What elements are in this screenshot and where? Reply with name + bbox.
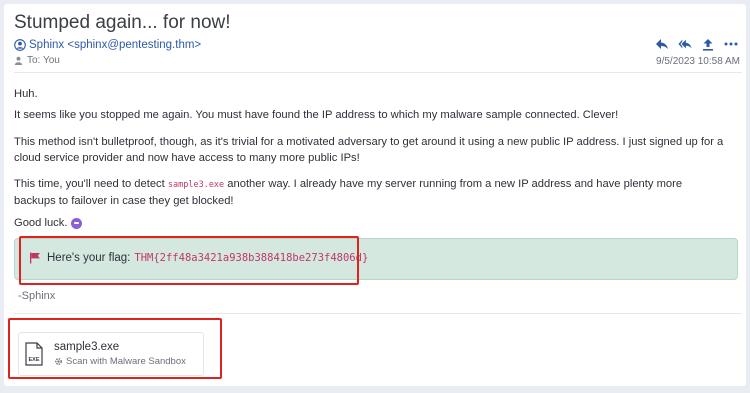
flag-value[interactable]: THM{2ff48a3421a938b388418be273f4806d} — [134, 252, 368, 264]
message-actions — [655, 37, 738, 51]
flag-content: Here's your flag: THM{2ff48a3421a938b388… — [29, 252, 368, 264]
body-paragraph-5: Good luck. — [14, 215, 83, 231]
reply-all-icon — [678, 39, 692, 49]
body-paragraph-3: This method isn't bulletproof, though, a… — [14, 136, 724, 164]
person-icon — [14, 56, 23, 65]
attachment-filename[interactable]: sample3.exe — [54, 341, 119, 353]
file-type-label: EXE — [28, 357, 39, 363]
attachment-card[interactable]: EXE sample3.exe Scan with Malware Sandbo… — [18, 332, 204, 376]
more-options-button[interactable] — [724, 37, 738, 51]
body-paragraph-1: Huh. — [14, 88, 38, 100]
reply-button[interactable] — [655, 37, 669, 51]
body-paragraph-4-start: This time, you'll need to detect — [14, 178, 168, 190]
scan-sandbox-link[interactable]: Scan with Malware Sandbox — [54, 356, 186, 367]
inline-code-filename: sample3.exe — [167, 180, 225, 190]
forward-button[interactable] — [701, 37, 715, 51]
flag-banner: Here's your flag: THM{2ff48a3421a938b388… — [14, 238, 738, 280]
user-icon — [14, 39, 26, 51]
more-icon — [724, 42, 738, 46]
header-divider — [14, 72, 742, 73]
reply-icon — [656, 39, 668, 49]
flag-icon — [30, 252, 40, 264]
gear-icon — [55, 358, 62, 365]
sender-row[interactable]: Sphinx <sphinx@pentesting.thm> — [14, 39, 201, 51]
body-paragraph-2: It seems like you stopped me again. You … — [14, 109, 619, 121]
sender-address[interactable]: Sphinx <sphinx@pentesting.thm> — [29, 39, 201, 51]
scan-sandbox-label[interactable]: Scan with Malware Sandbox — [66, 356, 186, 367]
smirk-emoji-icon — [71, 217, 83, 229]
recipient-row: To: You — [14, 55, 60, 66]
reply-all-button[interactable] — [678, 37, 692, 51]
exe-file-icon: EXE — [25, 342, 43, 366]
forward-icon — [703, 38, 713, 51]
attachment-divider — [14, 313, 742, 314]
flag-label: Here's your flag: — [47, 252, 131, 264]
recipient-label: To: You — [27, 55, 60, 66]
body-paragraph-4: This time, you'll need to detect sample3… — [14, 176, 726, 209]
email-date: 9/5/2023 10:58 AM — [656, 56, 740, 67]
email-subject: Stumped again... for now! — [14, 12, 231, 33]
signoff: -Sphinx — [18, 290, 56, 302]
good-luck-text: Good luck. — [14, 217, 68, 229]
